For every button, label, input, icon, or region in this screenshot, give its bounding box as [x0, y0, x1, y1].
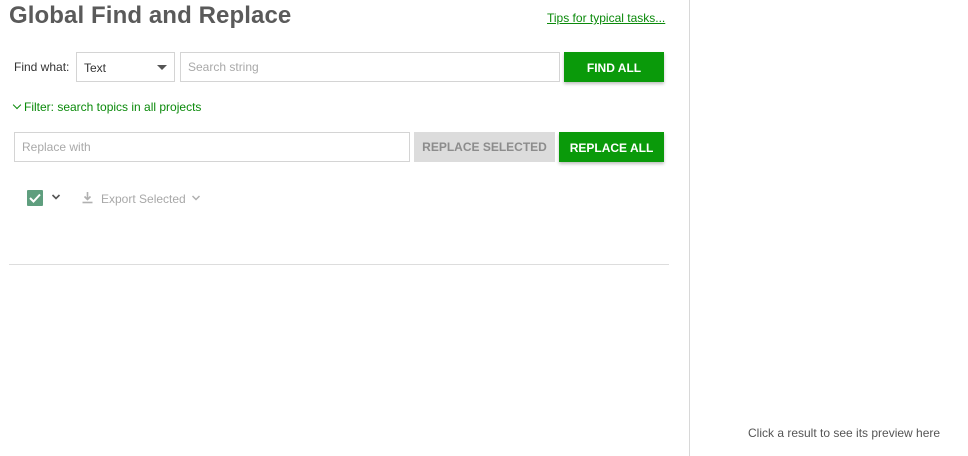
- tips-link[interactable]: Tips for typical tasks...: [547, 11, 665, 25]
- replace-selected-button[interactable]: REPLACE SELECTED: [414, 132, 555, 162]
- search-pane: Global Find and Replace Tips for typical…: [0, 0, 689, 456]
- filter-toggle[interactable]: Filter: search topics in all projects: [12, 100, 202, 114]
- chevron-down-icon: [12, 100, 22, 110]
- select-all-checkbox[interactable]: [27, 190, 43, 206]
- checkmark-icon: [29, 193, 41, 203]
- page-title: Global Find and Replace: [9, 2, 292, 29]
- search-type-value: Text: [84, 61, 107, 75]
- find-replace-window: Global Find and Replace Tips for typical…: [0, 0, 968, 456]
- search-input[interactable]: [180, 52, 560, 82]
- find-what-label: Find what:: [14, 60, 70, 74]
- preview-hint: Click a result to see its preview here: [748, 426, 941, 440]
- replace-input[interactable]: [14, 132, 410, 162]
- search-type-select[interactable]: Text: [76, 52, 175, 82]
- caret-down-icon: [157, 65, 167, 70]
- find-all-button[interactable]: FIND ALL: [564, 52, 664, 82]
- chevron-down-icon: [191, 195, 201, 201]
- chevron-down-icon[interactable]: [51, 192, 61, 202]
- replace-all-button[interactable]: REPLACE ALL: [559, 132, 664, 162]
- export-label: Export Selected: [101, 192, 186, 206]
- preview-pane: Click a result to see its preview here: [689, 0, 968, 456]
- download-icon: [82, 192, 93, 204]
- results-divider: [9, 264, 669, 265]
- filter-label: Filter: search topics in all projects: [24, 100, 202, 114]
